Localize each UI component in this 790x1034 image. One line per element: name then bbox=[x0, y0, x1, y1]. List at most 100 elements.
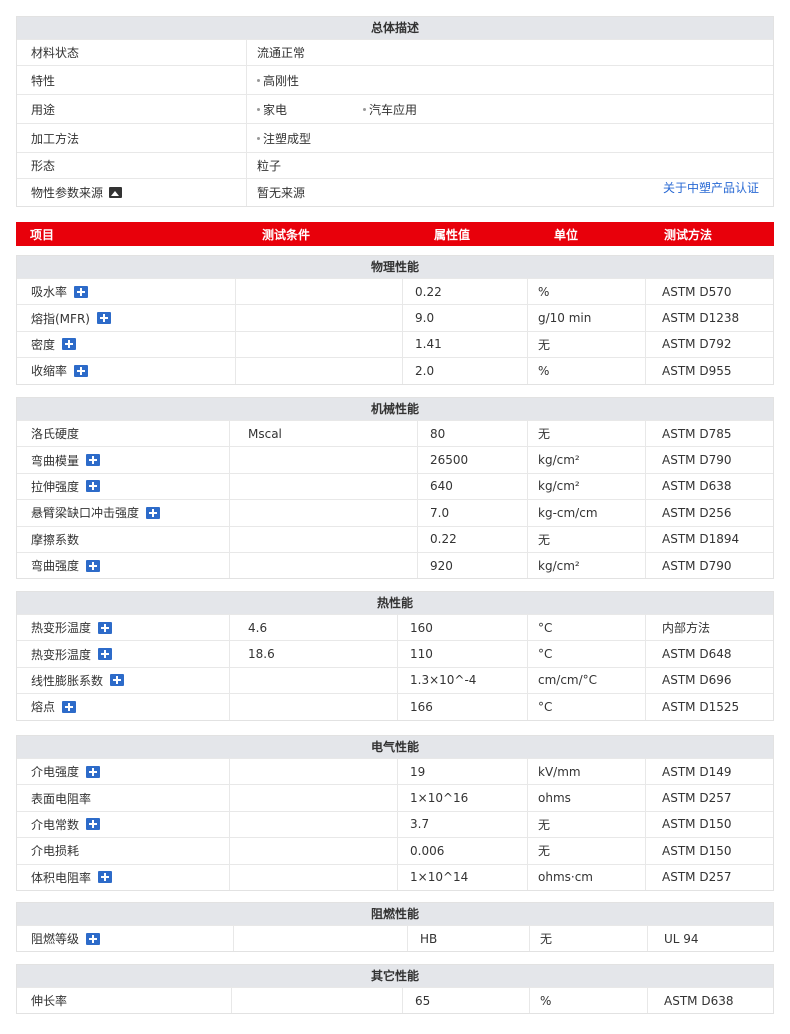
unit-cell: kg/cm² bbox=[527, 552, 645, 579]
property-value-cell: 65 bbox=[402, 988, 529, 1014]
test-method: ASTM D955 bbox=[662, 363, 732, 378]
product-certification-link[interactable]: 关于中塑产品认证 bbox=[663, 179, 759, 196]
unit: kg/cm² bbox=[538, 479, 580, 494]
test-condition-cell bbox=[229, 447, 417, 473]
test-method: 内部方法 bbox=[662, 621, 711, 636]
test-method-cell: 内部方法 bbox=[645, 615, 773, 641]
expand-plus-icon[interactable] bbox=[74, 364, 89, 377]
expand-plus-icon[interactable] bbox=[98, 648, 113, 661]
expand-plus-icon[interactable] bbox=[86, 480, 101, 493]
property-name-cell: 悬臂梁缺口冲击强度 bbox=[17, 500, 229, 525]
property-name: 介电损耗 bbox=[31, 844, 80, 859]
expand-plus-icon[interactable] bbox=[86, 932, 101, 945]
overview-table: 总体描述 材料状态 流通正常 特性 高刚性 用途 家电 汽车应用 加工方法 注塑成型 形态 粒子 物性… bbox=[16, 16, 774, 207]
property-name-cell: 表面电阻率 bbox=[17, 785, 229, 810]
property-name: 线性膨胀系数 bbox=[31, 673, 104, 688]
test-method: ASTM D790 bbox=[662, 558, 732, 573]
test-method-cell: ASTM D792 bbox=[645, 331, 773, 358]
property-row: 吸水率 0.22% ASTM D570 bbox=[17, 278, 773, 305]
bullet-icon bbox=[257, 78, 260, 82]
property-row: 介电损耗 0.006 无 ASTM D150 bbox=[17, 837, 773, 864]
property-name: 介电强度 bbox=[31, 765, 80, 780]
property-value-cell: 19 bbox=[397, 759, 527, 785]
property-name-cell: 洛氏硬度 bbox=[17, 421, 229, 446]
unit: 无 bbox=[538, 532, 551, 547]
overview-value: 流通正常 bbox=[247, 40, 773, 65]
property-name: 密度 bbox=[31, 337, 56, 352]
property-name: 吸水率 bbox=[31, 285, 68, 300]
expand-plus-icon[interactable] bbox=[86, 818, 101, 831]
property-value-cell: 920 bbox=[417, 552, 527, 579]
unit: ohms bbox=[538, 791, 571, 806]
property-name: 摩擦系数 bbox=[31, 532, 80, 547]
expand-plus-icon[interactable] bbox=[146, 506, 161, 519]
property-row: 热变形温度 4.6 160 °C 内部方法 bbox=[17, 614, 773, 641]
property-name-cell: 伸长率 bbox=[17, 988, 231, 1013]
expand-plus-icon[interactable] bbox=[98, 621, 113, 634]
expand-plus-icon[interactable] bbox=[86, 454, 101, 467]
overview-label: 加工方法 bbox=[17, 124, 247, 152]
test-method: ASTM D1894 bbox=[662, 532, 740, 547]
property-name-cell: 弯曲模量 bbox=[17, 447, 229, 472]
property-value: HB bbox=[420, 931, 438, 946]
overview-row: 用途 家电 汽车应用 bbox=[17, 94, 773, 123]
unit: 无 bbox=[538, 337, 551, 352]
property-value: 65 bbox=[415, 993, 431, 1008]
overview-label: 材料状态 bbox=[17, 40, 247, 65]
test-method-cell: ASTM D257 bbox=[645, 864, 773, 890]
property-name: 拉伸强度 bbox=[31, 479, 80, 494]
test-condition-cell bbox=[229, 694, 397, 720]
overview-label: 特性 bbox=[17, 66, 247, 94]
expand-plus-icon[interactable] bbox=[86, 559, 101, 572]
test-condition-cell bbox=[231, 988, 402, 1014]
property-value-cell: 26500 bbox=[417, 447, 527, 473]
test-condition-cell bbox=[235, 279, 402, 305]
property-name: 熔指(MFR) bbox=[31, 311, 90, 326]
overview-value: 注塑成型 bbox=[247, 124, 773, 152]
property-value-cell: 166 bbox=[397, 694, 527, 720]
property-name: 热变形温度 bbox=[31, 621, 92, 636]
test-condition-cell bbox=[229, 473, 417, 500]
expand-plus-icon[interactable] bbox=[110, 674, 125, 687]
test-condition: Mscal bbox=[248, 426, 282, 441]
column-header-method: 测试方法 bbox=[664, 227, 713, 242]
expand-plus-icon[interactable] bbox=[86, 765, 101, 778]
property-row: 表面电阻率 1×10^16 ohms ASTM D257 bbox=[17, 784, 773, 811]
property-value: 3.7 bbox=[410, 817, 430, 832]
test-method-cell: ASTM D1238 bbox=[645, 305, 773, 331]
expand-plus-icon[interactable] bbox=[98, 871, 113, 884]
test-method-cell: ASTM D790 bbox=[645, 552, 773, 579]
test-condition-cell bbox=[235, 331, 402, 358]
property-row: 熔指(MFR) 9.0 g/10 min ASTM D1238 bbox=[17, 304, 773, 331]
property-name-cell: 弯曲强度 bbox=[17, 553, 229, 578]
test-method-cell: ASTM D696 bbox=[645, 667, 773, 694]
property-value-cell: 0.22 bbox=[402, 279, 527, 305]
test-method: ASTM D570 bbox=[662, 284, 732, 299]
expand-plus-icon[interactable] bbox=[96, 312, 111, 325]
test-condition-cell: Mscal bbox=[229, 421, 417, 447]
column-header-condition: 测试条件 bbox=[262, 227, 311, 242]
property-section: 热性能 热变形温度 4.6 160 °C 内部方法 热变形温度 18.6 110 °C ASTM D… bbox=[16, 591, 774, 721]
property-value-cell: 1.3×10^-4 bbox=[397, 667, 527, 694]
expand-plus-icon[interactable] bbox=[74, 285, 89, 298]
test-condition-cell: 4.6 bbox=[229, 615, 397, 641]
property-row: 密度 1.41 无 ASTM D792 bbox=[17, 330, 773, 358]
overview-value-text: 家电 bbox=[263, 102, 288, 117]
test-method-cell: ASTM D256 bbox=[645, 500, 773, 526]
property-name-cell: 收缩率 bbox=[17, 358, 235, 383]
image-icon[interactable] bbox=[109, 187, 123, 198]
property-value-cell: 3.7 bbox=[397, 811, 527, 838]
property-value-cell: 80 bbox=[417, 421, 527, 447]
unit-cell: g/10 min bbox=[527, 305, 645, 331]
unit: 无 bbox=[538, 817, 551, 832]
unit-cell: ohms·cm bbox=[527, 864, 645, 890]
property-section: 机械性能 洛氏硬度 Mscal 80 无 ASTM D785 弯曲模量 26500 kg/cm²… bbox=[16, 397, 774, 580]
test-method-cell: ASTM D648 bbox=[645, 641, 773, 667]
overview-row: 形态 粒子 bbox=[17, 152, 773, 178]
overview-value-text: 汽车应用 bbox=[369, 102, 418, 117]
expand-plus-icon[interactable] bbox=[62, 338, 77, 351]
overview-value: 家电 汽车应用 bbox=[247, 95, 773, 123]
expand-plus-icon[interactable] bbox=[62, 700, 77, 713]
test-method-cell: ASTM D638 bbox=[645, 473, 773, 500]
property-value: 1×10^14 bbox=[410, 870, 469, 885]
